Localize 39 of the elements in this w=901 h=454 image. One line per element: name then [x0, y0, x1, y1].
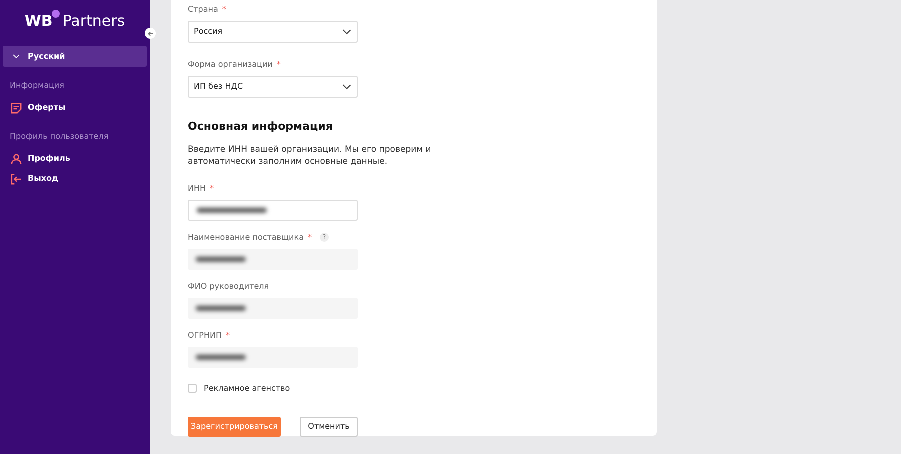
- blurred-value: [197, 208, 267, 212]
- field-label: ОГРНИП: [188, 330, 222, 342]
- user-icon: [11, 154, 22, 164]
- collapse-button[interactable]: [145, 28, 156, 39]
- language-selector[interactable]: Русский: [3, 46, 147, 67]
- required-mark: *: [308, 232, 312, 244]
- required-mark: *: [222, 4, 226, 16]
- logout-icon: [11, 174, 22, 184]
- chevron-down-icon: [342, 29, 352, 35]
- field-label: Наименование поставщика: [188, 232, 304, 244]
- required-mark: *: [226, 330, 230, 342]
- cancel-button[interactable]: Отменить: [300, 416, 358, 436]
- nav-item[interactable]: Выход: [3, 169, 147, 189]
- input-field[interactable]: [188, 200, 358, 220]
- section-title: Информация: [9, 80, 66, 92]
- nav-item[interactable]: Профиль: [3, 149, 147, 169]
- chevron-down-icon: [342, 84, 352, 90]
- blurred-value: [196, 306, 246, 310]
- description-text: Введите ИНН вашей организации. Мы его проверим и автоматически заполним основные данные.: [188, 144, 432, 168]
- required-mark: *: [276, 59, 281, 71]
- document-icon: [11, 102, 22, 114]
- arrow-left-icon: [148, 30, 154, 36]
- section-title: Профиль пользователя: [9, 131, 110, 143]
- field-label: Страна: [188, 4, 218, 16]
- checkbox[interactable]: [188, 384, 197, 393]
- required-mark: *: [210, 182, 214, 194]
- checkbox-label: Рекламное агенство: [204, 382, 290, 394]
- blurred-value: [196, 256, 246, 262]
- field-label: Форма организации: [188, 59, 273, 71]
- field-label: ФИО руководителя: [188, 280, 270, 292]
- section-heading: Основная информация: [188, 119, 334, 135]
- select-field[interactable]: ИП без НДС: [188, 76, 358, 98]
- nav-item[interactable]: Оферты: [3, 98, 147, 118]
- logo-text: WB: [24, 11, 53, 32]
- logo-text: Partners: [62, 11, 126, 32]
- chevron-icon: [13, 54, 20, 59]
- select-field[interactable]: Россия: [188, 21, 358, 43]
- blurred-value: [196, 354, 246, 360]
- field-label: ИНН: [188, 182, 206, 194]
